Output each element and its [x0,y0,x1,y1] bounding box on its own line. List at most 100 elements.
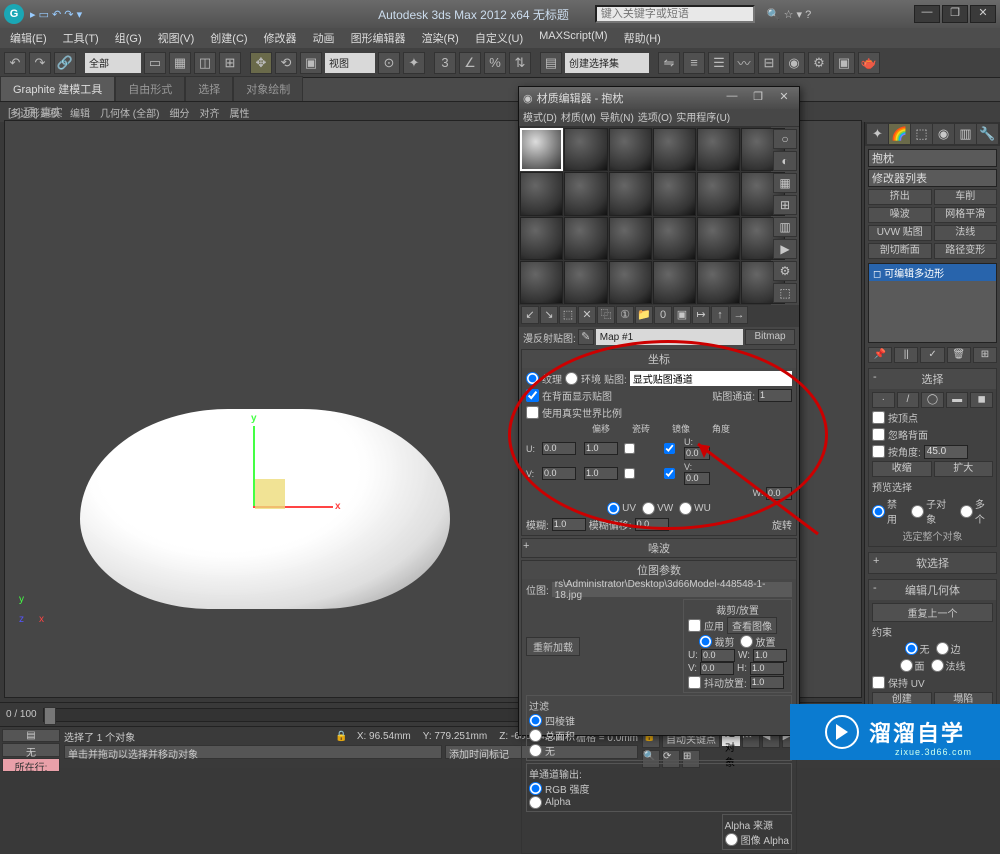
sr-props[interactable]: 属性 [225,105,253,120]
shrink-button[interactable]: 收缩 [872,461,932,477]
render-frame-icon[interactable]: ▣ [833,52,855,74]
link-icon[interactable]: 🔗 [54,52,76,74]
radio-c-normal[interactable]: 法线 [931,658,966,673]
view-image-button[interactable]: 查看图像 [727,617,777,634]
options-icon[interactable]: ⚙ [773,261,797,281]
menu-animation[interactable]: 动画 [307,28,341,48]
mat-menu-material[interactable]: 材质(M) [561,109,596,126]
preview-icon[interactable]: ▶ [773,239,797,259]
mat-slot[interactable] [564,172,607,215]
utilities-tab-icon[interactable]: 🔧 [977,124,998,144]
radio-alpha[interactable]: Alpha [529,796,789,809]
select-region-icon[interactable]: ◫ [194,52,216,74]
pivot-icon[interactable]: ⊙ [378,52,400,74]
radio-image-alpha[interactable]: 图像 Alpha [725,832,789,847]
viewport-label[interactable]: [+] 顶] 真实 [8,104,63,120]
v-mirror[interactable] [624,468,635,479]
mod-btn[interactable]: 剖切断面 [868,243,932,259]
v-tile-cb[interactable] [664,468,675,479]
sr-edit[interactable]: 编辑 [66,105,94,120]
coord-y[interactable]: Y: 779.251mm [420,730,490,743]
mat-slot[interactable] [564,217,607,260]
sr-geom[interactable]: 几何体 (全部) [96,105,163,120]
sr-subdiv[interactable]: 细分 [165,105,193,120]
display-tab-icon[interactable]: ▥ [955,124,976,144]
mirror-icon[interactable]: ⇋ [658,52,680,74]
ignore-backfacing-checkbox[interactable]: 忽略背面 [872,427,993,442]
u-tiling[interactable]: 1.0 [584,442,618,455]
mat-slot[interactable] [609,261,652,304]
crop-h[interactable]: 1.0 [750,662,784,675]
stack-show-icon[interactable]: || [894,347,918,363]
radio-crop[interactable]: 裁剪 [699,634,734,649]
bitmap-path-button[interactable]: rs\Administrator\Desktop\3d66Model-44854… [552,582,792,597]
select-icon[interactable]: ▭ [144,52,166,74]
by-angle-checkbox[interactable]: 按角度: [872,444,921,459]
preserve-uv-checkbox[interactable]: 保持 UV [872,675,993,690]
video-check-icon[interactable]: ▥ [773,217,797,237]
show-on-back-checkbox[interactable]: 在背面显示贴图 [526,388,612,403]
scale-icon[interactable]: ▣ [300,52,322,74]
selection-filter[interactable]: 全部 [85,53,141,73]
rollout-h-selection[interactable]: 选择 [869,369,996,389]
jitter-spinner[interactable]: 1.0 [750,676,784,689]
ref-coord-system[interactable]: 视图 [325,53,375,73]
snap-icon[interactable]: 3 [434,52,456,74]
mat-menu-nav[interactable]: 导航(N) [600,109,634,126]
radio-multi[interactable]: 多个 [960,496,993,526]
close-button[interactable]: ✕ [970,5,996,23]
v-tiling[interactable]: 1.0 [584,467,618,480]
reload-button[interactable]: 重新加载 [526,637,580,656]
v-angle[interactable]: 0.0 [684,472,710,485]
menu-modifiers[interactable]: 修改器 [258,28,303,48]
menu-maxscript[interactable]: MAXScript(M) [533,28,613,48]
make-copy-icon[interactable]: ⿻ [597,306,615,324]
subobj-border-icon[interactable]: ◯ [921,392,944,408]
stack-pin-icon[interactable]: 📌 [868,347,892,363]
map-name-field[interactable]: Map #1 [596,329,743,345]
background-icon[interactable]: ▦ [773,173,797,193]
select-by-mat-icon[interactable]: ⬚ [773,283,797,303]
mat-max-button[interactable]: ❐ [747,90,769,106]
menu-views[interactable]: 视图(V) [152,28,201,48]
mat-menu-modes[interactable]: 模式(D) [523,109,557,126]
menu-customize[interactable]: 自定义(U) [469,28,529,48]
align-icon[interactable]: ≡ [683,52,705,74]
gizmo-xy-plane[interactable] [255,479,285,509]
mat-slot[interactable] [697,128,740,171]
mod-btn[interactable]: 路径变形 [934,243,998,259]
radio-none-filter[interactable]: 无 [529,743,789,758]
infocenter-icons[interactable]: 🔍 ☆ ▾ ? [767,8,811,21]
mat-slot[interactable] [653,128,696,171]
menu-tools[interactable]: 工具(T) [57,28,105,48]
select-name-icon[interactable]: ▦ [169,52,191,74]
undo-icon[interactable]: ↶ [4,52,26,74]
time-knob[interactable] [44,707,56,725]
crop-u[interactable]: 0.0 [701,649,735,662]
ribbon-tab-selection[interactable]: 选择 [185,76,233,101]
minimize-button[interactable]: — [914,5,940,23]
material-editor-icon[interactable]: ◉ [783,52,805,74]
redo-icon[interactable]: ↷ [29,52,51,74]
u-offset[interactable]: 0.0 [542,442,576,455]
show-in-vp-icon[interactable]: ▣ [673,306,691,324]
mod-btn[interactable]: 车削 [934,189,998,205]
put-to-lib-icon[interactable]: 📁 [635,306,653,324]
create-tab-icon[interactable]: ✦ [867,124,888,144]
window-crossing-icon[interactable]: ⊞ [219,52,241,74]
radio-c-face[interactable]: 面 [900,658,925,673]
mat-slot[interactable] [564,128,607,171]
blur-spinner[interactable]: 1.0 [552,518,586,531]
stack-remove-icon[interactable]: 🗑 [947,347,971,363]
put-to-scene-icon[interactable]: ↘ [540,306,558,324]
sample-type-icon[interactable]: ○ [773,129,797,149]
mat-menu-opts[interactable]: 选项(O) [638,109,672,126]
listener-mini-icon[interactable]: ▤ [2,729,60,742]
stack-unique-icon[interactable]: ✓ [920,347,944,363]
by-vertex-checkbox[interactable]: 按顶点 [872,410,993,425]
radio-summed[interactable]: 总面积 [529,728,789,743]
w-angle[interactable]: 0.0 [766,487,792,500]
stack-item[interactable]: ◻ 可编辑多边形 [869,264,996,281]
crop-v[interactable]: 0.0 [700,662,734,675]
coord-x[interactable]: X: 96.54mm [354,730,414,743]
